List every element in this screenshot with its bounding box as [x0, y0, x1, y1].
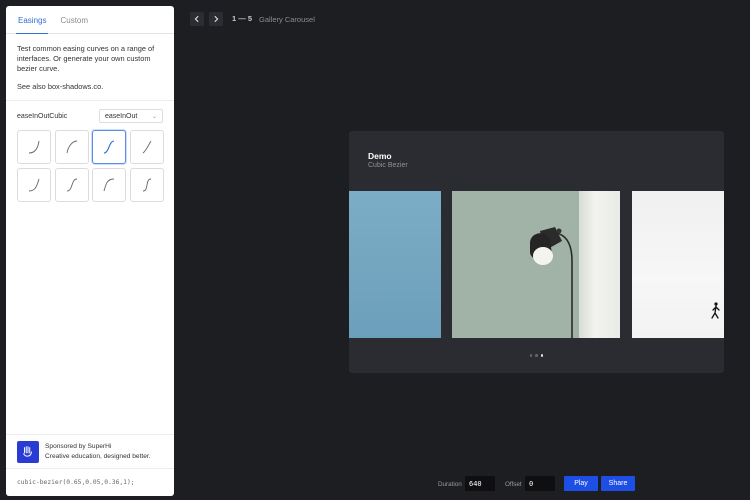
demo-title: Demo: [368, 151, 392, 161]
easing-type-value: easeInOut: [105, 112, 138, 120]
duration-input[interactable]: 640: [465, 476, 495, 491]
carousel-slide-walker[interactable]: [632, 191, 724, 338]
easing-type-select[interactable]: easeInOut ⌄: [99, 109, 163, 123]
chevron-left-icon: [194, 15, 199, 23]
tab-easings[interactable]: Easings: [16, 6, 49, 34]
intro-description: Test common easing curves on a range of …: [17, 44, 155, 73]
carousel-dot[interactable]: [529, 354, 533, 357]
sidebar-tabs: Easings Custom: [6, 6, 174, 34]
see-also-line: See also box-shadows.co.: [17, 82, 163, 92]
demo-page-title: Gallery Carousel: [259, 15, 315, 24]
carousel-dot[interactable]: [540, 354, 544, 357]
carousel-slide-lamp[interactable]: [452, 191, 620, 338]
prev-button[interactable]: [190, 12, 204, 26]
demo-subtitle: Cubic Bezier: [368, 162, 408, 169]
chevron-right-icon: [214, 15, 219, 23]
sponsor-title: Sponsored by SuperHi: [45, 442, 112, 450]
curve-ease-in-strong-icon: [28, 178, 40, 191]
carousel-dot[interactable]: [535, 354, 538, 357]
demo-carousel-card: Demo Cubic Bezier: [349, 131, 724, 373]
next-button[interactable]: [209, 12, 223, 26]
easing-curve-option[interactable]: [129, 167, 164, 202]
walking-person-icon: [711, 302, 720, 319]
box-shadows-link[interactable]: box-shadows.co: [48, 82, 101, 91]
curve-ease-in-out-icon: [103, 140, 115, 154]
demo-counter: 1 — 5: [232, 14, 253, 23]
easing-row: easeInOutCubic easeInOut ⌄: [6, 101, 174, 123]
easing-curve-option[interactable]: [54, 167, 89, 202]
offset-label: Offset: [505, 481, 522, 488]
easing-curve-option[interactable]: [92, 167, 126, 202]
sponsor-subtitle: Creative education, designed better.: [45, 452, 151, 460]
easing-curve-option[interactable]: [17, 167, 51, 202]
curve-ease-in-out-soft-icon: [142, 140, 151, 154]
lamp-illustration-icon: [530, 227, 573, 338]
curve-ease-in-icon: [28, 140, 40, 154]
easing-curve-option-selected[interactable]: [92, 130, 126, 164]
sidebar-panel: Easings Custom Test common easing curves…: [6, 6, 174, 496]
sponsor-banner[interactable]: Sponsored by SuperHi Creative education,…: [6, 434, 174, 468]
easing-curve-option[interactable]: [17, 130, 51, 164]
curve-ease-out-strong-icon: [103, 178, 115, 191]
tab-custom[interactable]: Custom: [58, 6, 90, 34]
easing-curve-option[interactable]: [54, 130, 89, 164]
superhi-logo-icon: [17, 440, 39, 463]
offset-input[interactable]: 0: [525, 476, 555, 491]
easing-name-label: easeInOutCubic: [17, 112, 68, 120]
chevron-down-icon: ⌄: [151, 113, 157, 120]
see-also-suffix: .: [101, 82, 104, 91]
sponsor-text: Sponsored by SuperHi Creative education,…: [45, 442, 151, 462]
easing-curve-option[interactable]: [129, 130, 164, 164]
carousel-slide-sky[interactable]: [349, 191, 441, 338]
easing-curve-grid: [6, 123, 174, 202]
see-also-prefix: See also: [17, 82, 48, 91]
curve-ease-out-icon: [66, 140, 77, 154]
duration-label: Duration: [438, 481, 462, 488]
carousel-dots: [349, 354, 724, 357]
curve-step-icon: [66, 178, 77, 191]
bezier-code-output[interactable]: cubic-bezier(0.65,0.05,0.36,1);: [6, 468, 174, 496]
share-button[interactable]: Share: [601, 476, 635, 491]
curve-ease-in-out-strong-icon: [142, 178, 151, 191]
intro-text-block: Test common easing curves on a range of …: [6, 34, 174, 92]
play-button[interactable]: Play: [564, 476, 598, 491]
